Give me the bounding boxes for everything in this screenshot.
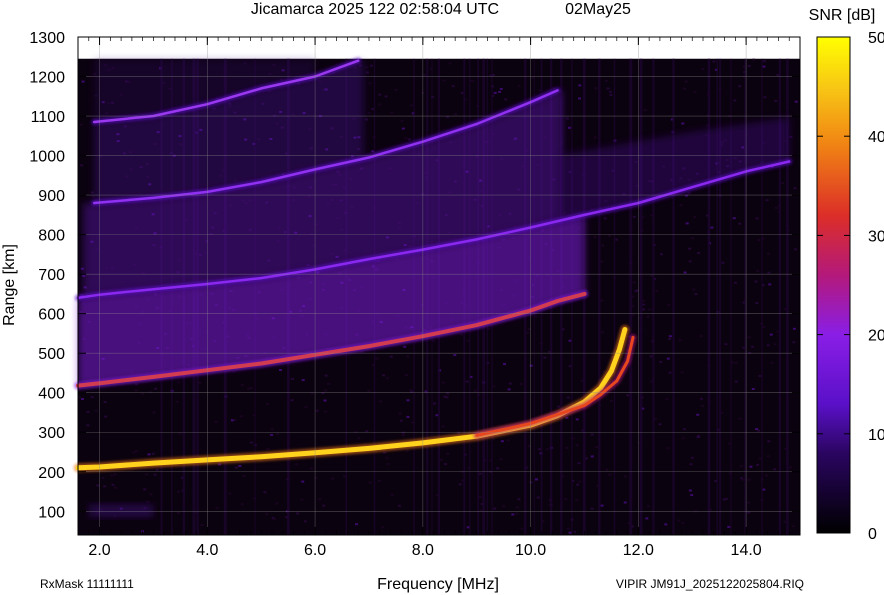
colorbar-tick-label: 40 bbox=[868, 129, 884, 146]
y-tick-label: 500 bbox=[38, 346, 65, 363]
rxmask-label: RxMask 11111111 bbox=[40, 577, 134, 591]
x-tick-label: 10.0 bbox=[515, 542, 546, 559]
no-data-strip bbox=[78, 37, 800, 59]
colorbar-tick-label: 50 bbox=[868, 30, 884, 47]
y-tick-label: 1000 bbox=[29, 149, 65, 166]
y-tick-label: 900 bbox=[38, 188, 65, 205]
y-axis-label: Range [km] bbox=[1, 244, 18, 326]
y-tick-label: 1300 bbox=[29, 30, 65, 47]
y-tick-label: 800 bbox=[38, 228, 65, 245]
x-tick-label: 4.0 bbox=[196, 542, 218, 559]
y-tick-label: 200 bbox=[38, 465, 65, 482]
colorbar-label: SNR [dB] bbox=[809, 7, 876, 24]
low-range-echo bbox=[88, 504, 154, 518]
chart-title: Jicamarca 2025 122 02:58:04 UTC bbox=[251, 1, 499, 18]
x-axis-label: Frequency [MHz] bbox=[377, 576, 499, 593]
x-tick-label: 8.0 bbox=[412, 542, 434, 559]
colorbar-tick-label: 0 bbox=[868, 526, 877, 543]
x-tick-label: 12.0 bbox=[623, 542, 654, 559]
y-tick-label: 1200 bbox=[29, 70, 65, 87]
y-tick-label: 100 bbox=[38, 504, 65, 521]
y-tick-label: 600 bbox=[38, 307, 65, 324]
y-tick-label: 1100 bbox=[31, 109, 66, 126]
y-tick-label: 300 bbox=[38, 425, 65, 442]
colorbar-tick-label: 30 bbox=[868, 228, 884, 245]
colorbar-tick-label: 10 bbox=[868, 427, 884, 444]
x-tick-label: 14.0 bbox=[731, 542, 762, 559]
y-tick-label: 400 bbox=[38, 386, 65, 403]
chart-date: 02May25 bbox=[565, 1, 631, 18]
colorbar bbox=[816, 36, 851, 534]
x-tick-label: 2.0 bbox=[88, 542, 110, 559]
file-label: VIPIR JM91J_2025122025804.RIQ bbox=[616, 577, 804, 591]
y-tick-label: 700 bbox=[38, 267, 65, 284]
x-tick-label: 6.0 bbox=[304, 542, 326, 559]
colorbar-tick-label: 20 bbox=[868, 328, 884, 345]
ionogram-chart: 2.0 4.0 6.0 8.0 10.0 12.0 14.01002003004005006… bbox=[1, 1, 884, 593]
